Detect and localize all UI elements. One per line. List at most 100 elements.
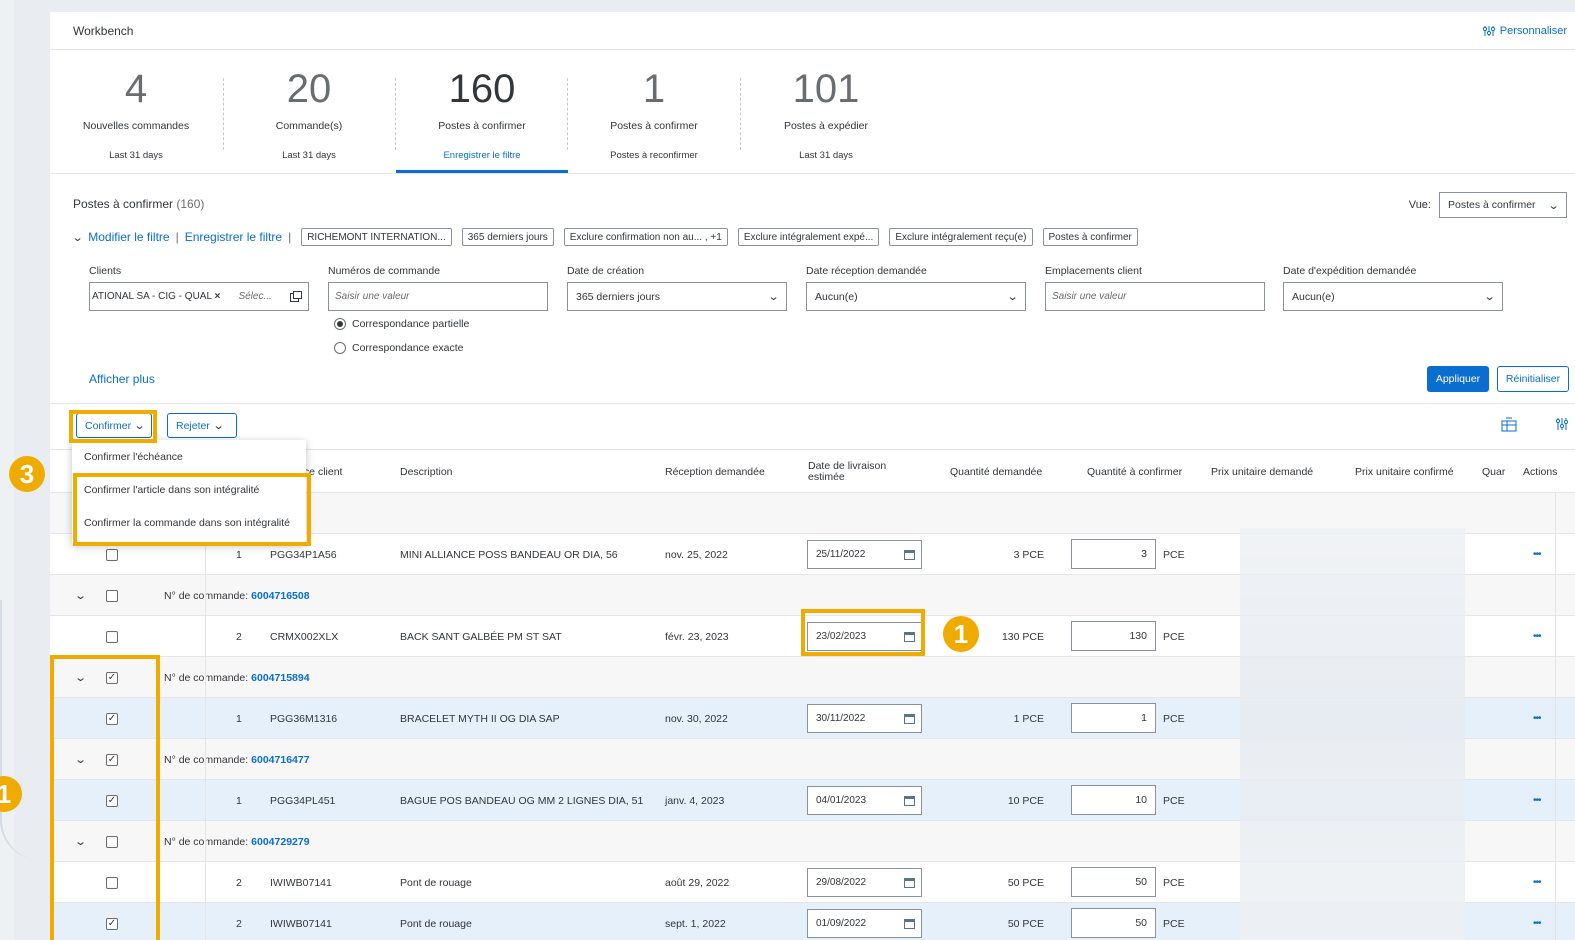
view-select[interactable]: Postes à confirmer ⌄: [1439, 192, 1567, 218]
settings-icon: [1482, 25, 1495, 36]
delivery-date-picker[interactable]: 30/11/2022: [807, 704, 922, 733]
reset-button[interactable]: Réinitialiser: [1497, 366, 1569, 392]
delivery-date-value: 04/01/2023: [816, 795, 867, 806]
customer-ref: IWIWB07141: [270, 917, 332, 930]
filter-chip[interactable]: Exclure intégralement reçu(e): [889, 228, 1033, 246]
highlight-date-field: [801, 609, 925, 656]
link-separator: |: [175, 230, 179, 244]
value-help-icon[interactable]: [289, 291, 302, 302]
requested-shipping-select[interactable]: Aucun(e) ⌄: [1283, 282, 1503, 311]
expand-toggle[interactable]: ⌄: [74, 575, 87, 616]
filter-chip[interactable]: Exclure confirmation non au... , +1: [563, 228, 728, 246]
delivery-date-picker[interactable]: 04/01/2023: [807, 786, 922, 815]
tile-new-orders[interactable]: 4 Nouvelles commandes Last 31 days: [50, 50, 222, 173]
delivery-date-picker[interactable]: 25/11/2022: [807, 540, 922, 569]
client-token[interactable]: ATIONAL SA - CIG - QUAL ×: [90, 291, 220, 302]
requested-reception: janv. 4, 2023: [665, 794, 725, 807]
filter-chip[interactable]: 365 derniers jours: [461, 228, 554, 246]
row-actions-button[interactable]: •••: [1533, 903, 1541, 940]
qty-to-confirm-input[interactable]: 1: [1071, 703, 1156, 733]
filter-chip[interactable]: Exclure intégralement expé...: [737, 228, 880, 246]
token-close-icon[interactable]: ×: [214, 291, 220, 302]
tile-label: Postes à confirmer: [438, 120, 526, 132]
filter-chip[interactable]: RICHEMONT INTERNATION...: [301, 228, 452, 246]
calendar-icon[interactable]: [904, 713, 915, 724]
col-requested-unit-price[interactable]: Prix unitaire demandé: [1211, 450, 1313, 494]
clients-multiinput[interactable]: ATIONAL SA - CIG - QUAL × Sélec...: [89, 282, 309, 311]
client-locations-input[interactable]: Saisir une valeur: [1045, 282, 1265, 311]
tile-items-to-confirm[interactable]: 160 Postes à confirmer Enregistrer le fi…: [396, 50, 568, 173]
line-number: 1: [236, 712, 242, 725]
order-numbers-input[interactable]: Saisir une valeur: [328, 282, 548, 311]
save-filter-link[interactable]: Enregistrer le filtre: [185, 230, 282, 244]
requested-reception: sept. 1, 2022: [665, 917, 726, 930]
requested-reception-select[interactable]: Aucun(e) ⌄: [806, 282, 1026, 311]
tile-value: 4: [124, 67, 148, 111]
qty-to-confirm-input[interactable]: 50: [1071, 867, 1156, 897]
client-locations-filter: Emplacements client Saisir une valeur: [1045, 265, 1265, 311]
filter-chip[interactable]: Postes à confirmer: [1042, 228, 1138, 246]
tile-value: 101: [792, 67, 860, 111]
row-checkbox[interactable]: [106, 575, 118, 616]
tile-sublabel[interactable]: Enregistrer le filtre: [396, 150, 568, 161]
requested-qty: 10 PCE: [1007, 794, 1044, 807]
radio-exact-match[interactable]: Correspondance exacte: [334, 342, 548, 354]
row-actions-button[interactable]: •••: [1533, 698, 1541, 739]
calendar-icon[interactable]: [904, 795, 915, 806]
tile-orders[interactable]: 20 Commande(s) Last 31 days: [223, 50, 395, 173]
row-actions-button[interactable]: •••: [1533, 616, 1541, 657]
tile-items-to-reconfirm[interactable]: 1 Postes à confirmer Postes à reconfirme…: [568, 50, 740, 173]
apply-button[interactable]: Appliquer: [1427, 366, 1489, 392]
delivery-date-picker[interactable]: 29/08/2022: [807, 868, 922, 897]
unit: PCE: [1163, 630, 1185, 643]
personalize-link[interactable]: Personnaliser: [1482, 25, 1575, 37]
requested-qty: 1 PCE: [1013, 712, 1044, 725]
col-description[interactable]: Description: [400, 450, 453, 494]
order-number-link[interactable]: 6004716508: [251, 590, 309, 602]
col-requested-qty[interactable]: Quantité demandée: [950, 450, 1042, 494]
order-number-link[interactable]: 6004729279: [251, 836, 309, 848]
customer-ref: PGG36M1316: [270, 712, 338, 725]
order-number-link[interactable]: 6004716477: [251, 754, 309, 766]
checkbox-box: [106, 548, 118, 561]
menu-item-confirm-deadline[interactable]: Confirmer l'échéance: [72, 440, 306, 473]
requested-reception-label: Date réception demandée: [806, 265, 927, 277]
calendar-icon[interactable]: [904, 549, 915, 560]
qty-to-confirm-input[interactable]: 3: [1071, 539, 1156, 569]
table-settings-icon[interactable]: [1555, 417, 1569, 431]
col-confirmed-unit-price[interactable]: Prix unitaire confirmé: [1355, 450, 1454, 494]
tile-value: 20: [286, 67, 332, 111]
tile-sublabel: Last 31 days: [109, 150, 163, 161]
col-qty-to-confirm[interactable]: Quantité à confirmer: [1087, 450, 1182, 494]
row-actions-button[interactable]: •••: [1533, 534, 1541, 575]
qty-to-confirm-input[interactable]: 50: [1071, 908, 1156, 938]
qty-to-confirm-input[interactable]: 10: [1071, 785, 1156, 815]
row-actions-button[interactable]: •••: [1533, 862, 1541, 903]
workbench-panel: Workbench Personnaliser 4 Nouvelles comm…: [50, 12, 1575, 940]
order-number-link[interactable]: 6004715894: [251, 672, 309, 684]
creation-date-select[interactable]: 365 derniers jours ⌄: [567, 282, 787, 311]
radio-partial-match[interactable]: Correspondance partielle: [334, 318, 548, 330]
row-checkbox[interactable]: [106, 616, 118, 657]
blurred-prices-area: [1240, 528, 1465, 940]
modify-filter-link[interactable]: Modifier le filtre: [88, 230, 169, 244]
col-estimated-delivery[interactable]: Date de livraison estimée: [808, 450, 898, 494]
radio-exact-label: Correspondance exacte: [352, 342, 464, 354]
requested-reception-value: Aucun(e): [815, 290, 858, 303]
col-requested-reception[interactable]: Réception demandée: [665, 450, 765, 494]
radio-icon: [334, 342, 346, 354]
client-locations-label: Emplacements client: [1045, 265, 1142, 277]
tile-items-to-ship[interactable]: 101 Postes à expédier Last 31 days: [740, 50, 912, 173]
reject-button[interactable]: Rejeter ⌄: [167, 413, 237, 438]
col-quantity-truncated[interactable]: Quar: [1482, 450, 1505, 494]
delivery-date-picker[interactable]: 01/09/2022: [807, 909, 922, 938]
show-more-link[interactable]: Afficher plus: [89, 372, 155, 386]
calendar-icon[interactable]: [904, 918, 915, 929]
order-label: N° de commande:: [164, 753, 249, 766]
export-table-icon[interactable]: [1501, 417, 1517, 432]
view-selector: Vue: Postes à confirmer ⌄: [1409, 192, 1567, 218]
row-actions-button[interactable]: •••: [1533, 780, 1541, 821]
qty-to-confirm-input[interactable]: 130: [1071, 621, 1156, 651]
requested-shipping-filter: Date d'expédition demandée Aucun(e) ⌄: [1283, 265, 1503, 311]
calendar-icon[interactable]: [904, 877, 915, 888]
